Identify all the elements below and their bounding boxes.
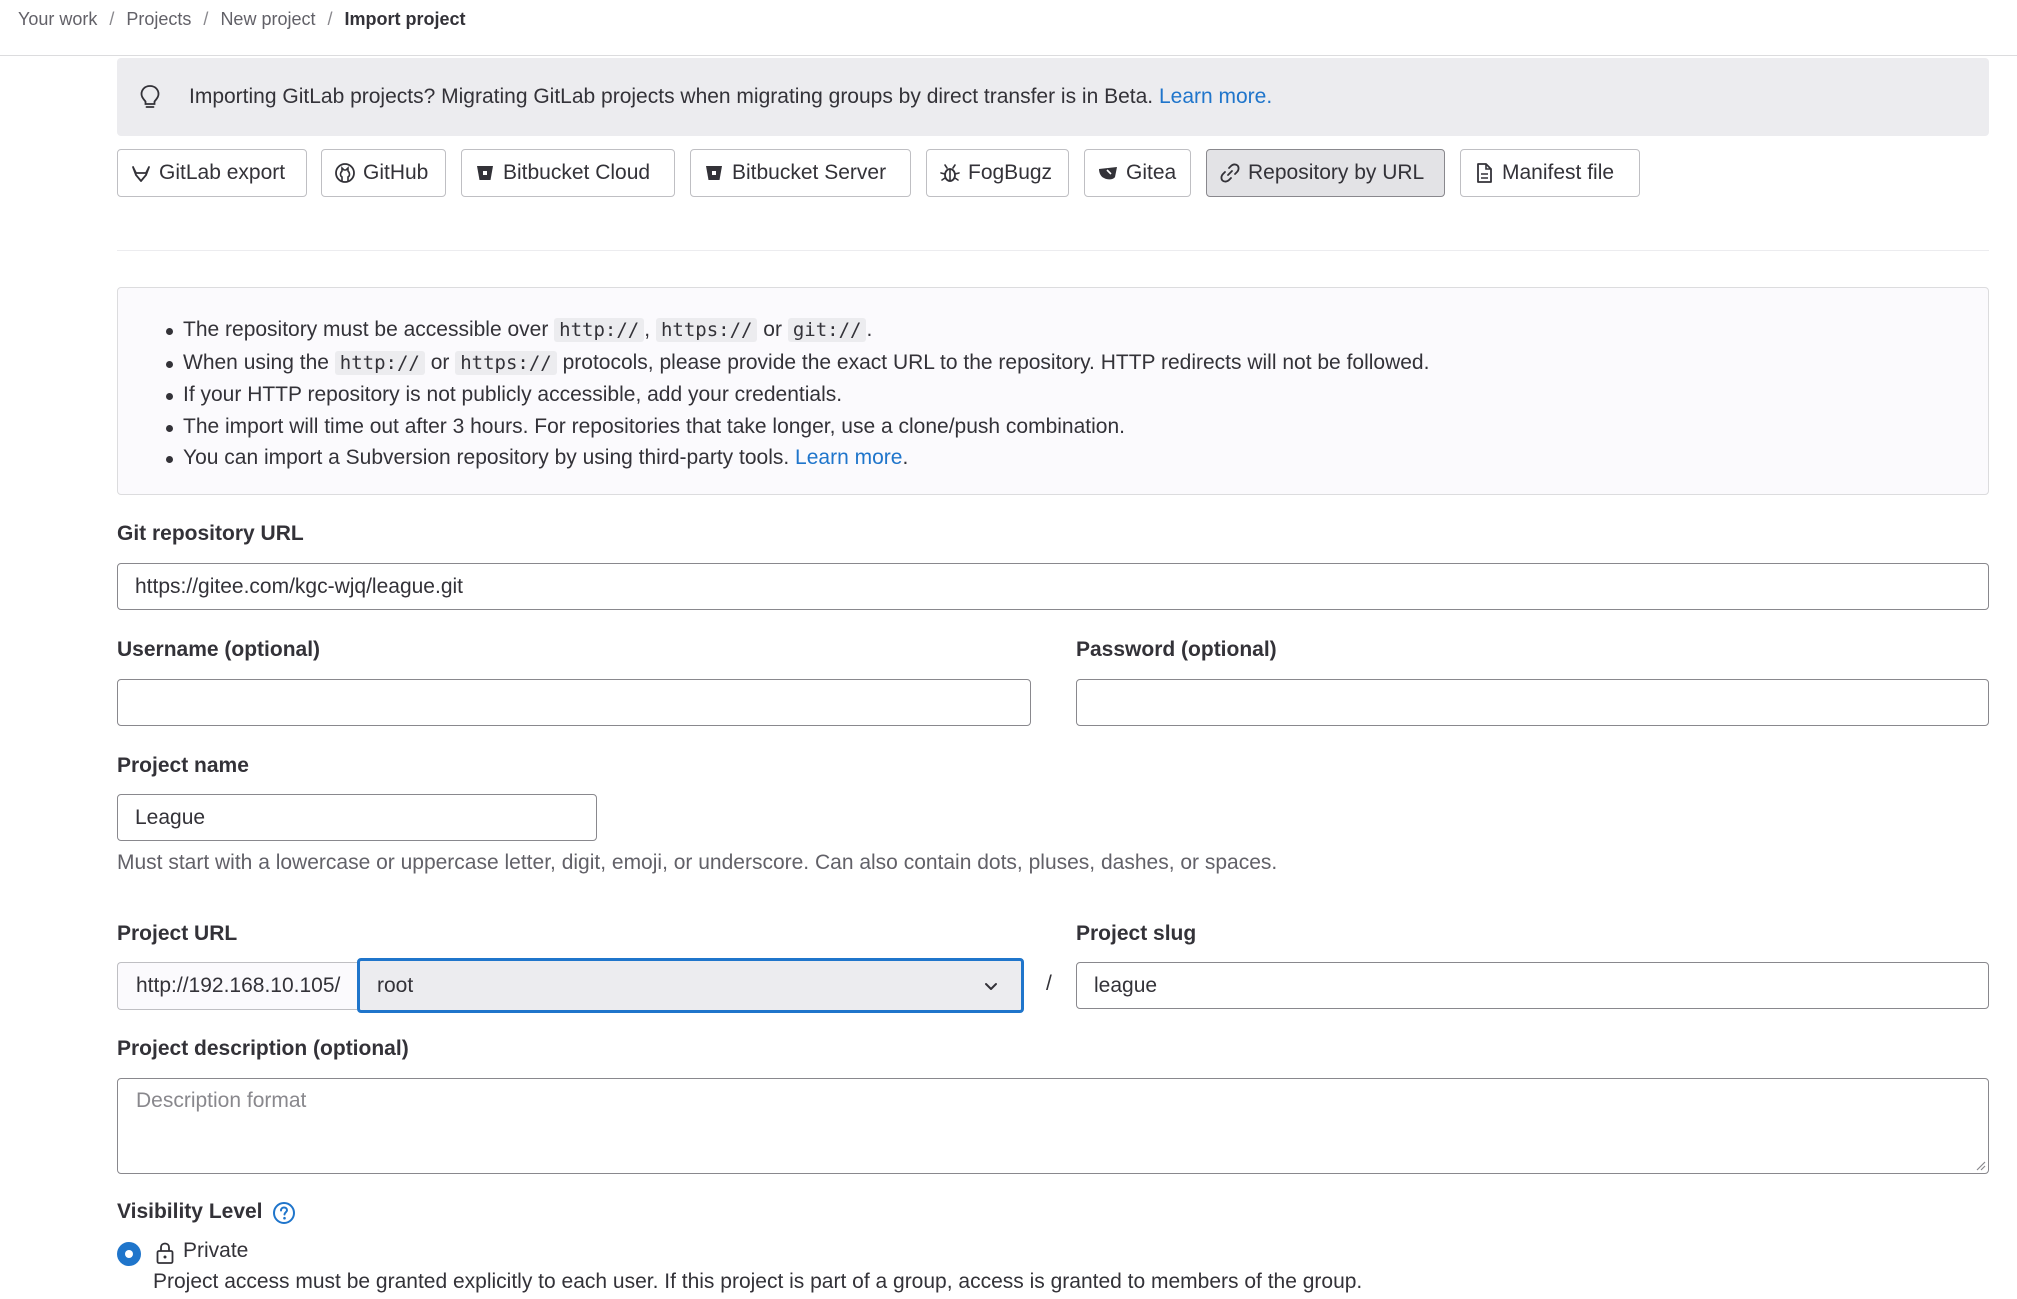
tab-label: Manifest file [1502,161,1615,184]
password-label: Password (optional) [1076,638,1277,661]
top-bar: Your work / Projects / New project / Imp… [0,0,2017,56]
info-text: , [644,318,651,341]
tab-fogbugz[interactable]: FogBugz [926,149,1069,197]
resize-grip-icon[interactable] [1974,1159,1986,1171]
info-text: When using the [183,350,329,374]
beta-alert: Importing GitLab projects? Migrating Git… [117,58,1989,136]
tab-label: Bitbucket Server [732,161,887,184]
tab-manifest-file[interactable]: Manifest file [1460,149,1640,197]
project-url-label: Project URL [117,922,238,945]
namespace-value: root [377,973,414,997]
bug-icon [939,162,961,184]
list-item: If your HTTP repository is not publicly … [165,379,1429,411]
bitbucket-icon [474,162,496,184]
tab-label: Gitea [1126,161,1177,184]
tab-repository-by-url[interactable]: Repository by URL [1206,149,1445,197]
question-circle-icon[interactable] [272,1201,296,1225]
project-name-label: Project name [117,754,249,777]
project-name-input[interactable]: League [117,794,597,841]
tab-label: FogBugz [968,161,1053,184]
lightbulb-icon [140,85,160,108]
info-text: protocols, please provide the exact URL … [562,350,1430,374]
tanuki-icon [130,162,152,184]
tab-bitbucket-server[interactable]: Bitbucket Server [690,149,911,197]
list-item: The repository must be accessible over h… [165,314,1429,347]
tab-label: Repository by URL [1248,161,1425,184]
alert-learn-more-link[interactable]: Learn more. [1159,85,1272,108]
visibility-private-help: Project access must be granted explicitl… [153,1270,1363,1293]
tab-label: GitLab export [159,161,286,184]
username-input[interactable] [117,679,1031,726]
namespace-select[interactable]: root [357,958,1024,1013]
tab-label: Bitbucket Cloud [503,161,651,184]
gitea-icon [1097,162,1119,184]
breadcrumb: Your work / Projects / New project / Imp… [18,9,466,30]
code-http: http:// [554,318,645,342]
project-slug-label: Project slug [1076,922,1197,945]
document-icon [1473,162,1495,184]
section-divider [117,250,1989,251]
breadcrumb-separator: / [109,9,115,29]
project-slug-input[interactable]: league [1076,962,1989,1009]
code-git: git:// [787,318,867,342]
list-item: When using the http:// or https:// proto… [165,347,1430,380]
chevron-down-icon [985,983,997,990]
info-text: The repository must be accessible over [183,318,549,341]
visibility-private-radio[interactable] [117,1242,141,1266]
subversion-learn-more-link[interactable]: Learn more [795,446,902,469]
tab-gitea[interactable]: Gitea [1084,149,1191,197]
info-text: . [902,446,909,469]
git-repository-url-label: Git repository URL [117,522,304,545]
list-item: You can import a Subversion repository b… [165,442,1429,474]
git-repository-url-input[interactable]: https://gitee.com/kgc-wjq/league.git [117,563,1989,610]
github-icon [334,162,356,184]
project-url-prefix: http://192.168.10.105/ [117,962,357,1010]
breadcrumb-current: Import project [344,9,466,29]
import-info-box: The repository must be accessible over h… [117,287,1989,495]
info-text: or [430,350,450,374]
breadcrumb-separator: / [203,9,209,29]
visibility-private-label[interactable]: Private [183,1239,248,1263]
breadcrumb-separator: / [327,9,333,29]
breadcrumb-your-work[interactable]: Your work [18,9,97,30]
project-name-help: Must start with a lowercase or uppercase… [117,851,1278,874]
breadcrumb-projects[interactable]: Projects [126,9,191,30]
alert-text-row: Importing GitLab projects? Migrating Git… [189,85,1272,109]
info-text: You can import a Subversion repository b… [183,446,790,469]
tab-label: GitHub [363,161,429,184]
tab-gitlab-export[interactable]: GitLab export [117,149,307,197]
tab-bitbucket-cloud[interactable]: Bitbucket Cloud [461,149,675,197]
bitbucket-icon [703,162,725,184]
visibility-level-label: Visibility Level [117,1200,263,1223]
username-label: Username (optional) [117,638,321,661]
code-http: http:// [334,350,425,375]
code-https: https:// [655,318,758,342]
lock-icon [156,1242,174,1264]
project-description-textarea[interactable]: Description format [117,1078,1989,1174]
code-https: https:// [455,350,557,375]
tab-github[interactable]: GitHub [321,149,446,197]
alert-text: Importing GitLab projects? Migrating Git… [189,85,1154,108]
info-list: The repository must be accessible over h… [165,314,1430,474]
list-item: The import will time out after 3 hours. … [165,411,1429,443]
info-text: . [866,318,873,341]
password-input[interactable] [1076,679,1989,726]
breadcrumb-new-project[interactable]: New project [220,9,315,30]
project-description-label: Project description (optional) [117,1037,409,1060]
info-text: or [763,318,782,341]
link-icon [1219,162,1241,184]
url-slash: / [1046,972,1052,995]
description-placeholder: Description format [136,1089,307,1112]
